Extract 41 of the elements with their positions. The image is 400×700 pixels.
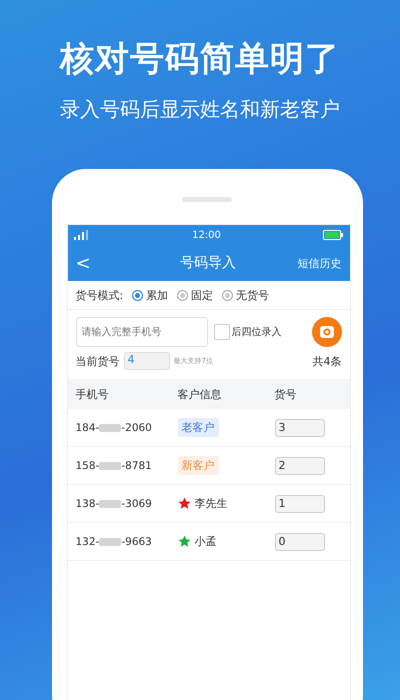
number-field[interactable]: 3 xyxy=(274,418,324,436)
customer-name: 小孟 xyxy=(194,534,216,549)
column-header: 客户信息 xyxy=(178,386,222,402)
blurred-digits xyxy=(99,500,122,508)
phone-prefix: 132- xyxy=(76,536,100,548)
customer-name: 李先生 xyxy=(194,496,228,511)
subtitle: 录入号码后显示姓名和新老客户 xyxy=(60,96,340,123)
blurred-digits xyxy=(99,424,122,432)
total-count: 共4条 xyxy=(312,354,342,368)
back-button[interactable]: < xyxy=(76,252,91,274)
number-field[interactable]: 2 xyxy=(274,456,324,474)
mode-label: 货号模式: xyxy=(76,288,124,302)
column-header: 货号 xyxy=(274,386,298,402)
phone-prefix: 138- xyxy=(76,498,100,510)
number-field[interactable]: 0 xyxy=(274,532,324,550)
customer-tag: 老客户 xyxy=(178,418,218,437)
phone-suffix: -3069 xyxy=(121,498,152,510)
sms-history-link[interactable]: 短信历史 xyxy=(298,256,342,270)
radio-option[interactable]: 累加 xyxy=(132,288,168,302)
blurred-digits xyxy=(99,462,122,470)
phone-suffix: -2060 xyxy=(121,422,152,434)
phone-suffix: -9663 xyxy=(121,536,152,548)
speaker-slot xyxy=(182,197,232,202)
phone-prefix: 184- xyxy=(76,422,100,434)
screen-title: 号码导入 xyxy=(180,254,236,272)
radio-option[interactable]: 无货号 xyxy=(222,288,270,302)
current-label: 当前货号 xyxy=(76,354,120,368)
radio-option[interactable]: 固定 xyxy=(177,288,214,302)
column-header: 手机号 xyxy=(76,386,110,402)
signal-icon xyxy=(74,230,90,240)
blurred-digits xyxy=(99,538,122,546)
status-time: 12:00 xyxy=(192,230,221,240)
phone-input-field[interactable]: 请输入完整手机号 xyxy=(76,317,208,347)
battery-icon xyxy=(323,230,344,240)
number-field[interactable]: 1 xyxy=(274,494,324,512)
customer-tag: 新客户 xyxy=(178,456,218,475)
last-four-checkbox[interactable]: 后四位录入 xyxy=(214,324,282,340)
phone-suffix: -8781 xyxy=(121,460,152,472)
camera-icon[interactable] xyxy=(312,317,342,347)
headline: 核对号码简单明了 xyxy=(60,38,340,81)
phone-prefix: 158- xyxy=(76,460,100,472)
